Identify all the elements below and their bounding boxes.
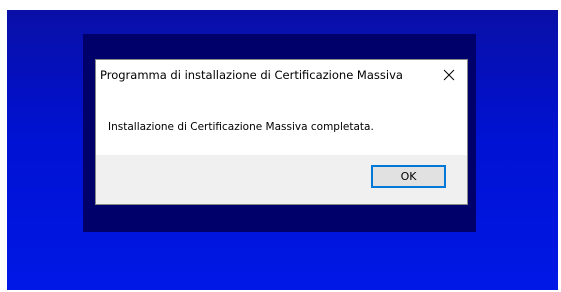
dialog-message: Installazione di Certificazione Massiva … [108,121,374,133]
ok-button[interactable]: OK [371,165,446,188]
dialog-titlebar[interactable]: Programma di installazione di Certificaz… [96,60,467,90]
close-icon [443,69,455,81]
dialog-button-area: OK [96,155,467,204]
dialog-title: Programma di installazione di Certificaz… [100,68,403,82]
message-dialog: Programma di installazione di Certificaz… [95,59,468,205]
dialog-message-area: Installazione di Certificazione Massiva … [96,90,467,156]
close-button[interactable] [431,60,467,90]
